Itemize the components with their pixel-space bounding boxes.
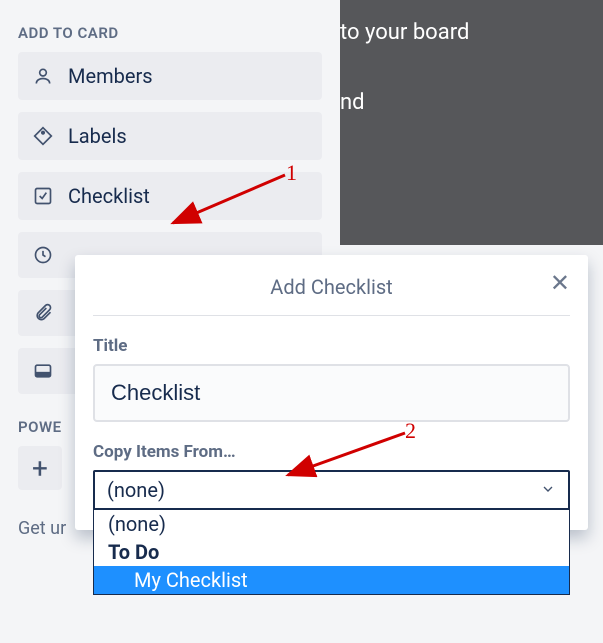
checklist-title-input[interactable]	[93, 364, 570, 422]
popover-header: Add Checklist ✕	[93, 269, 570, 316]
option-group-todo: To Do	[94, 538, 569, 566]
popover-title: Add Checklist	[270, 275, 392, 299]
button-label: Labels	[68, 124, 127, 148]
background-text: nd	[340, 90, 603, 115]
checkbox-icon	[32, 185, 54, 207]
checklist-button[interactable]: Checklist	[18, 172, 322, 220]
button-label: Members	[68, 64, 153, 88]
paperclip-icon	[32, 302, 54, 324]
members-button[interactable]: Members	[18, 52, 322, 100]
background-overlay: to your board nd	[340, 0, 603, 245]
chevron-down-icon	[540, 478, 556, 502]
option-my-checklist[interactable]: My Checklist	[94, 566, 569, 594]
title-label: Title	[93, 336, 570, 356]
labels-button[interactable]: Labels	[18, 112, 322, 160]
option-none[interactable]: (none)	[94, 510, 569, 538]
close-icon[interactable]: ✕	[550, 271, 570, 295]
background-text: to your board	[340, 20, 603, 45]
tag-icon	[32, 125, 54, 147]
add-checklist-popover: Add Checklist ✕ Title Copy Items From… (…	[75, 255, 588, 530]
plus-icon: +	[32, 452, 48, 485]
section-header: ADD TO CARD	[18, 24, 322, 42]
select-dropdown: (none) To Do My Checklist	[93, 510, 570, 595]
copy-items-select[interactable]: (none) (none) To Do My Checklist	[93, 470, 570, 510]
clock-icon	[32, 244, 54, 266]
copy-items-label: Copy Items From…	[93, 442, 570, 462]
button-label: Checklist	[68, 184, 150, 208]
add-powerup-button[interactable]: +	[18, 446, 62, 490]
select-display[interactable]: (none)	[93, 470, 570, 510]
cover-icon	[32, 360, 54, 382]
select-value: (none)	[107, 478, 165, 502]
person-icon	[32, 65, 54, 87]
